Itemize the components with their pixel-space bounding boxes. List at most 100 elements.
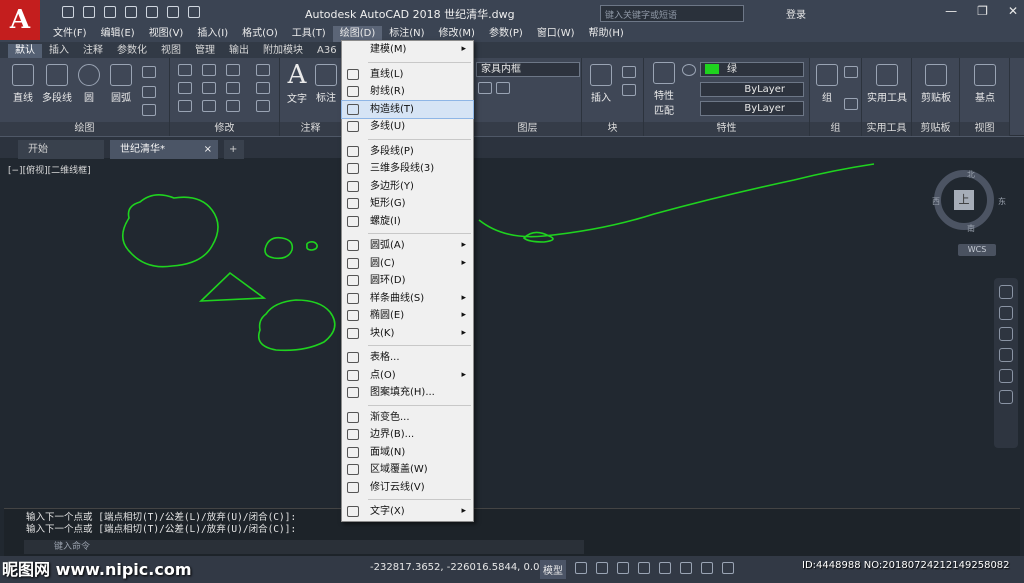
orbit-icon[interactable] [999,348,1013,362]
menu-item[interactable]: 直线(L) [342,66,473,84]
scale-icon[interactable] [202,100,216,112]
steering-wheel-icon[interactable] [999,285,1013,299]
menu-view[interactable]: 视图(V) [142,26,191,42]
color-wheel-icon[interactable] [682,64,696,76]
circle-tool[interactable]: 圆 [74,64,104,104]
menu-insert[interactable]: 插入(I) [190,26,235,42]
tab-start[interactable]: 开始 [18,140,104,159]
menu-item[interactable]: 多段线(P) [342,143,473,161]
minimize-button[interactable]: — [945,4,957,18]
close-button[interactable]: ✕ [1008,4,1018,18]
open-icon[interactable] [83,6,95,18]
menu-item[interactable]: 图案填充(H)... [342,384,473,402]
drawing-canvas[interactable]: [−][俯视][二维线框] 上 北 南 东 西 WCS [4,160,1020,508]
polar-icon[interactable] [638,562,650,574]
layers-panel-label[interactable]: 图层 [474,122,581,136]
copy-icon[interactable] [178,82,192,94]
draw-panel-label[interactable]: 绘图 [0,122,169,136]
zoom-icon[interactable] [999,327,1013,341]
group-tool[interactable]: 组 [814,64,840,104]
menu-item[interactable]: 圆弧(A) ▸ [342,237,473,255]
menu-item[interactable]: 矩形(G) [342,195,473,213]
ungroup-icon[interactable] [844,66,858,78]
view-panel-label[interactable]: 视图 [960,122,1009,136]
showmotion-icon[interactable] [999,369,1013,383]
properties-match-tool[interactable]: 特性 匹配 [650,62,678,117]
command-input[interactable]: 键入命令 [24,540,584,554]
viewcube[interactable]: 上 [934,170,994,230]
linetype-dropdown[interactable]: ByLayer [700,82,804,97]
menu-item[interactable]: 面域(N) [342,444,473,462]
layer-icon[interactable] [478,82,492,94]
erase-icon[interactable] [256,64,270,76]
utilities-panel-label[interactable]: 实用工具 [862,122,911,136]
menu-item[interactable]: 建模(M) ▸ [342,41,473,59]
menu-item[interactable]: 椭圆(E) ▸ [342,307,473,325]
rotate-icon[interactable] [202,64,216,76]
new-icon[interactable] [62,6,74,18]
menu-item[interactable]: 点(O) ▸ [342,367,473,385]
menu-item[interactable]: 区域覆盖(W) [342,461,473,479]
modify-panel-label[interactable]: 修改 [170,122,279,136]
menu-item[interactable]: 块(K) ▸ [342,325,473,343]
menu-file[interactable]: 文件(F) [46,26,94,42]
tab-addins[interactable]: 附加模块 [256,44,310,58]
menu-edit[interactable]: 编辑(E) [94,26,142,42]
redo-icon[interactable] [188,6,200,18]
grid-icon[interactable] [575,562,587,574]
tab-insert[interactable]: 插入 [42,44,76,58]
isodraft-icon[interactable] [659,562,671,574]
polyline-tool[interactable]: 多段线 [40,64,74,104]
menu-item[interactable]: 构造线(T) [341,99,474,119]
search-input[interactable]: 键入关键字或短语 [600,5,744,22]
lineweight-dropdown[interactable]: ByLayer [700,101,804,116]
menu-item[interactable]: 射线(R) [342,83,473,101]
tab-manage[interactable]: 管理 [188,44,222,58]
utilities-tool[interactable]: 实用工具 [864,64,910,104]
menu-parametric[interactable]: 参数(P) [482,26,530,42]
pan-icon[interactable] [999,306,1013,320]
tab-parametric[interactable]: 参数化 [110,44,154,58]
menu-format[interactable]: 格式(O) [235,26,285,42]
dimension-tool[interactable]: 标注 [312,64,340,104]
wcs-dropdown[interactable]: WCS [958,244,996,256]
edit-block-icon[interactable] [622,84,636,96]
region-icon[interactable] [142,104,156,116]
menu-item[interactable]: 表格... [342,349,473,367]
tab-annotate[interactable]: 注释 [76,44,110,58]
menu-item[interactable]: 样条曲线(S) ▸ [342,290,473,308]
login-link[interactable]: 登录 [786,6,806,21]
play-icon[interactable] [999,390,1013,404]
snap-icon[interactable] [596,562,608,574]
color-dropdown[interactable]: 绿 [700,62,804,77]
ortho-icon[interactable] [617,562,629,574]
menu-item[interactable]: 修订云线(V) [342,479,473,497]
menu-item[interactable]: 多线(U) [342,118,473,136]
explode-icon[interactable] [256,82,270,94]
workspace-gear-icon[interactable] [722,562,734,574]
restore-button[interactable]: ❐ [977,4,988,18]
annotation-scale-icon[interactable] [701,562,713,574]
close-tab-icon[interactable]: × [204,140,212,159]
menu-help[interactable]: 帮助(H) [582,26,631,42]
model-space-button[interactable]: 模型 [540,560,566,579]
saveas-icon[interactable] [125,6,137,18]
trim-icon[interactable] [226,64,240,76]
autocad-logo-icon[interactable]: A [0,0,40,40]
tab-a360[interactable]: A36 [310,44,344,58]
insert-tool[interactable]: 插入 [586,64,616,104]
group-panel-label[interactable]: 组 [810,122,861,136]
properties-panel-label[interactable]: 特性 [644,122,809,136]
menu-item[interactable]: 圆环(D) [342,272,473,290]
array-icon[interactable] [226,100,240,112]
basepoint-tool[interactable]: 基点 [964,64,1006,104]
menu-item[interactable]: 圆(C) ▸ [342,255,473,273]
menu-tools[interactable]: 工具(T) [285,26,333,42]
layer-dropdown[interactable]: 家具内框 [476,62,580,77]
stretch-icon[interactable] [178,100,192,112]
tab-default[interactable]: 默认 [8,44,42,58]
line-tool[interactable]: 直线 [6,64,40,104]
viewcube-top-face[interactable]: 上 [954,190,974,210]
tab-view[interactable]: 视图 [154,44,188,58]
menu-item[interactable]: 螺旋(I) [342,213,473,231]
